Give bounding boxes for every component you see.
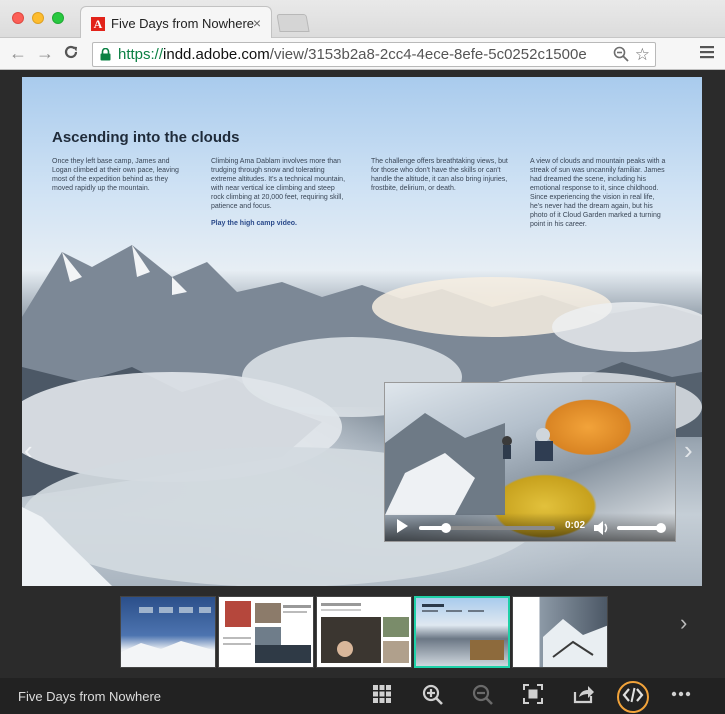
grid-view-icon[interactable] [372,684,396,708]
browser-toolbar: ← → https://indd.adobe.com/view/3153b2a8… [0,38,725,70]
new-tab-button[interactable] [276,14,310,32]
volume-handle[interactable] [655,523,666,533]
browser-window: A Five Days from Nowhere × ← → https://i… [0,0,725,714]
reload-icon[interactable] [63,44,79,64]
video-seek-bar[interactable] [419,523,555,533]
zoom-in-icon[interactable] [422,684,446,708]
video-time: 0:02 [565,520,586,531]
close-window-button[interactable] [12,12,24,24]
lock-icon [100,48,111,61]
tab-close-icon[interactable]: × [253,15,261,31]
document-title: Five Days from Nowhere [18,689,162,704]
zoom-window-button[interactable] [52,12,64,24]
video-controls: 0:02 [385,513,675,541]
play-video-link[interactable]: Play the high camp video. [211,219,349,228]
thumbnail-page-5[interactable] [512,596,608,668]
volume-slider[interactable] [617,523,666,533]
bookmark-star-icon[interactable]: ☆ [635,45,650,65]
browser-menu-icon[interactable] [700,45,714,64]
page-thumbnails [120,596,610,668]
forward-arrow-icon[interactable]: → [36,43,54,63]
thumbnail-page-2[interactable] [218,596,314,668]
title-bar: A Five Days from Nowhere × [0,0,725,39]
zoom-out-icon[interactable] [472,684,496,708]
text-column-1: Once they left base camp, James and Loga… [52,158,179,192]
previous-page-icon[interactable]: ‹ [24,435,33,466]
text-column-3: The challenge offers breathtaking views,… [371,158,508,192]
volume-icon[interactable] [593,520,611,541]
text-column-4: A view of clouds and mountain peaks with… [530,158,666,228]
fullscreen-icon[interactable] [523,684,547,708]
embedded-video[interactable]: 0:02 [384,382,676,542]
video-seek-handle[interactable] [441,523,452,533]
embed-highlight-ring [617,681,649,713]
adobe-favicon-icon: A [91,17,105,31]
tab-title: Five Days from Nowhere [111,16,255,31]
page-zoom-icon[interactable] [613,46,629,67]
address-bar[interactable]: https://indd.adobe.com/view/3153b2a8-2cc… [92,42,656,67]
text-column-2: Climbing Ama Dablam involves more than t… [211,157,349,228]
more-options-icon[interactable] [671,684,695,708]
thumbnail-page-4[interactable] [414,596,510,668]
video-frame [385,413,553,515]
thumbnails-next-icon[interactable]: › [680,610,687,636]
next-page-icon[interactable]: › [684,435,693,466]
play-icon[interactable] [397,519,408,533]
thumbnail-page-3[interactable] [316,596,412,668]
url-text: https://indd.adobe.com/view/3153b2a8-2cc… [118,46,587,63]
share-icon[interactable] [573,684,597,708]
browser-tab[interactable]: A Five Days from Nowhere × [80,6,272,39]
minimize-window-button[interactable] [32,12,44,24]
thumbnail-page-1[interactable] [120,596,216,668]
article-title: Ascending into the clouds [52,129,240,146]
back-arrow-icon[interactable]: ← [9,43,27,63]
